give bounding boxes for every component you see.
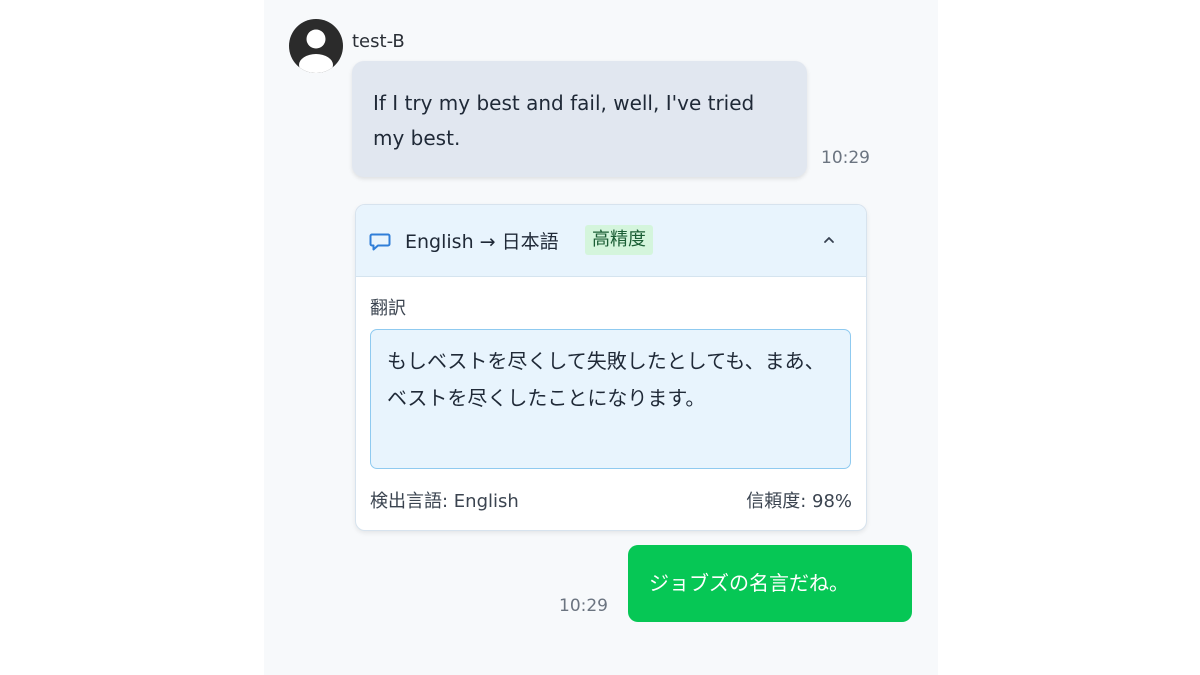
sender-name: test-B — [352, 31, 405, 52]
outgoing-message-time: 10:29 — [559, 596, 608, 616]
detected-language: 検出言語: English — [370, 491, 519, 512]
chevron-up-icon[interactable] — [818, 229, 840, 251]
confidence-score: 信頼度: 98% — [746, 491, 852, 512]
incoming-message-bubble: If I try my best and fail, well, I've tr… — [352, 61, 807, 177]
translation-section-label: 翻訳 — [370, 298, 406, 319]
incoming-message-time: 10:29 — [821, 148, 870, 168]
outgoing-message-bubble: ジョブズの名言だね。 — [628, 545, 912, 622]
translation-header[interactable]: English → 日本語 高精度 — [356, 205, 866, 277]
quality-badge: 高精度 — [585, 225, 653, 255]
translated-text: もしベストを尽くして失敗したとしても、まあ、ベストを尽くしたことになります。 — [370, 329, 851, 469]
user-icon[interactable] — [289, 19, 343, 73]
language-pair: English → 日本語 — [405, 231, 559, 253]
chat-bubble-icon — [369, 231, 391, 257]
translation-card: English → 日本語 高精度 翻訳 もしベストを尽くして失敗したとしても、… — [355, 204, 867, 531]
